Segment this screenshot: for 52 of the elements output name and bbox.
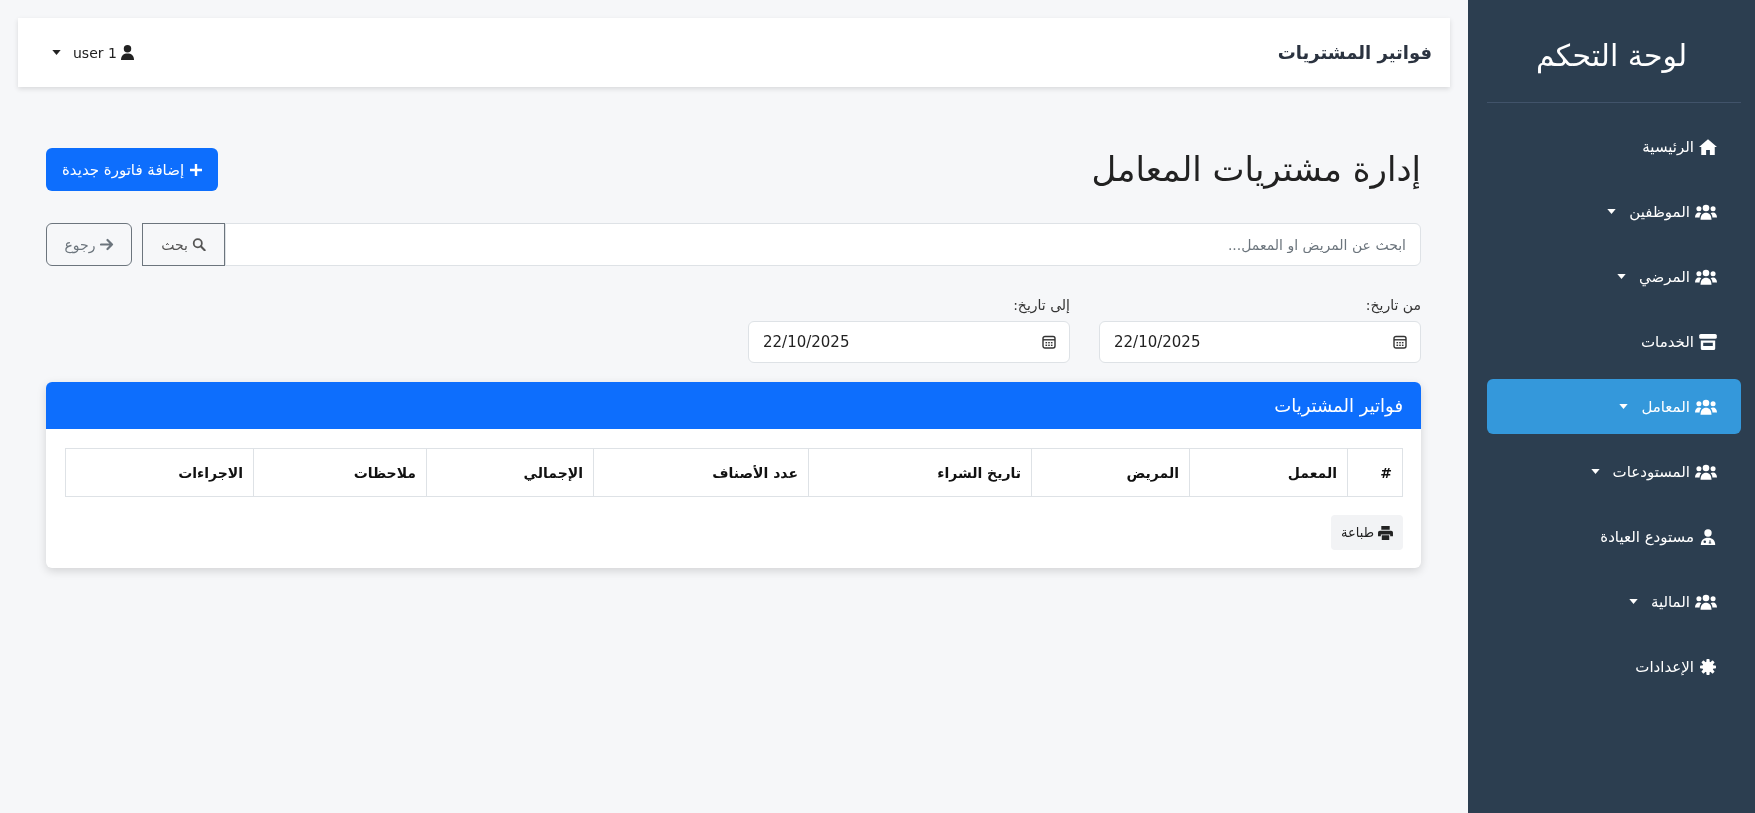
column-header: تاريخ الشراء bbox=[808, 448, 1032, 497]
page-title: فواتير المشتريات bbox=[1277, 42, 1432, 63]
sidebar-title: لوحة التحكم bbox=[1534, 37, 1689, 76]
printer-icon bbox=[1378, 525, 1393, 540]
plus-icon bbox=[190, 163, 203, 176]
users-icon bbox=[1695, 398, 1717, 415]
users-icon bbox=[1695, 463, 1717, 480]
date-label: من تاريخ: bbox=[1364, 296, 1421, 316]
sidebar-item[interactable]: الخدمات bbox=[1487, 314, 1741, 369]
column-header: الإجمالي bbox=[426, 448, 594, 497]
search-field[interactable]: ابحث عن المريض او المعمل... bbox=[225, 223, 1421, 266]
calendar-icon bbox=[1042, 335, 1056, 349]
column-header: # bbox=[1347, 448, 1403, 497]
sidebar-item[interactable]: الرئيسية bbox=[1487, 119, 1741, 174]
column-header: عدد الأصناف bbox=[593, 448, 809, 497]
back-button[interactable]: رجوع bbox=[46, 223, 132, 266]
doctor-icon bbox=[1699, 528, 1717, 545]
card-title: فواتير المشتريات bbox=[1274, 395, 1403, 416]
sidebar-item[interactable]: المرضي bbox=[1487, 249, 1741, 304]
users-icon bbox=[1695, 593, 1717, 610]
search-button[interactable]: بحث bbox=[142, 223, 225, 266]
caret-icon bbox=[1619, 404, 1629, 409]
arrow-right-icon bbox=[99, 238, 114, 251]
caret-icon bbox=[1617, 274, 1627, 279]
sidebar-item[interactable]: المالية bbox=[1487, 574, 1741, 629]
sidebar-item[interactable]: المستودعات bbox=[1487, 444, 1741, 499]
date-label: إلى تاريخ: bbox=[1012, 296, 1070, 316]
store-icon bbox=[1699, 333, 1717, 350]
user-menu-button[interactable]: user 1 bbox=[48, 40, 138, 65]
sidebar-item[interactable]: الموظفين bbox=[1487, 184, 1741, 239]
column-header: المعمل bbox=[1189, 448, 1348, 497]
settings-icon bbox=[1699, 658, 1717, 675]
users-icon bbox=[1695, 203, 1717, 220]
date-field[interactable]: 22/10/2025 bbox=[748, 321, 1070, 363]
users-icon bbox=[1695, 268, 1717, 285]
calendar-icon bbox=[1393, 335, 1407, 349]
column-header: ملاحظات bbox=[253, 448, 427, 497]
add-invoice-button[interactable]: إضافة فاتورة جديدة bbox=[46, 148, 219, 191]
person-icon bbox=[120, 45, 134, 60]
column-header: المريض bbox=[1031, 448, 1190, 497]
page-heading: إدارة مشتريات المعامل bbox=[1091, 148, 1421, 191]
date-field[interactable]: 22/10/2025 bbox=[1099, 321, 1421, 363]
column-header: الاجراءات bbox=[65, 448, 254, 497]
home-icon bbox=[1699, 138, 1717, 155]
sidebar-item[interactable]: الإعدادات bbox=[1487, 639, 1741, 694]
caret-icon bbox=[1628, 599, 1638, 604]
print-button[interactable]: طباعة bbox=[1331, 515, 1403, 550]
caret-icon bbox=[1607, 209, 1617, 214]
sidebar-item[interactable]: مستودع العيادة bbox=[1487, 509, 1741, 564]
search-icon bbox=[191, 238, 206, 251]
caret-icon bbox=[52, 50, 61, 55]
caret-icon bbox=[1590, 469, 1600, 474]
